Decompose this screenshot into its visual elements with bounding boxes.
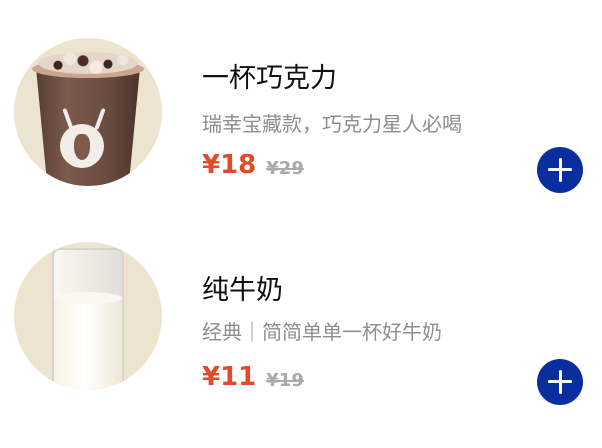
price-row: ¥18 ¥29 (202, 148, 304, 182)
product-image-chocolate (14, 38, 162, 186)
cocoa-topping (38, 52, 138, 74)
current-price: ¥11 (202, 362, 257, 392)
original-price: ¥19 (266, 370, 304, 391)
product-image-milk (14, 242, 162, 390)
milk-fill (54, 298, 122, 390)
product-item-milk[interactable]: 纯牛奶 经典｜简简单单一杯好牛奶 ¥11 ¥19 (0, 234, 602, 434)
product-description: 经典｜简简单单一杯好牛奶 (202, 320, 442, 344)
product-item-chocolate[interactable]: 一杯巧克力 瑞幸宝藏款，巧克力星人必喝 ¥18 ¥29 (0, 30, 602, 230)
product-name: 一杯巧克力 (202, 63, 337, 94)
deer-logo-icon (60, 124, 104, 168)
add-to-cart-button[interactable] (537, 147, 583, 193)
add-to-cart-button[interactable] (537, 359, 583, 405)
milk-surface (54, 292, 122, 304)
price-row: ¥11 ¥19 (202, 360, 304, 394)
original-price: ¥29 (266, 158, 304, 179)
current-price: ¥18 (202, 150, 257, 180)
product-description: 瑞幸宝藏款，巧克力星人必喝 (202, 112, 462, 136)
product-name: 纯牛奶 (202, 275, 283, 306)
